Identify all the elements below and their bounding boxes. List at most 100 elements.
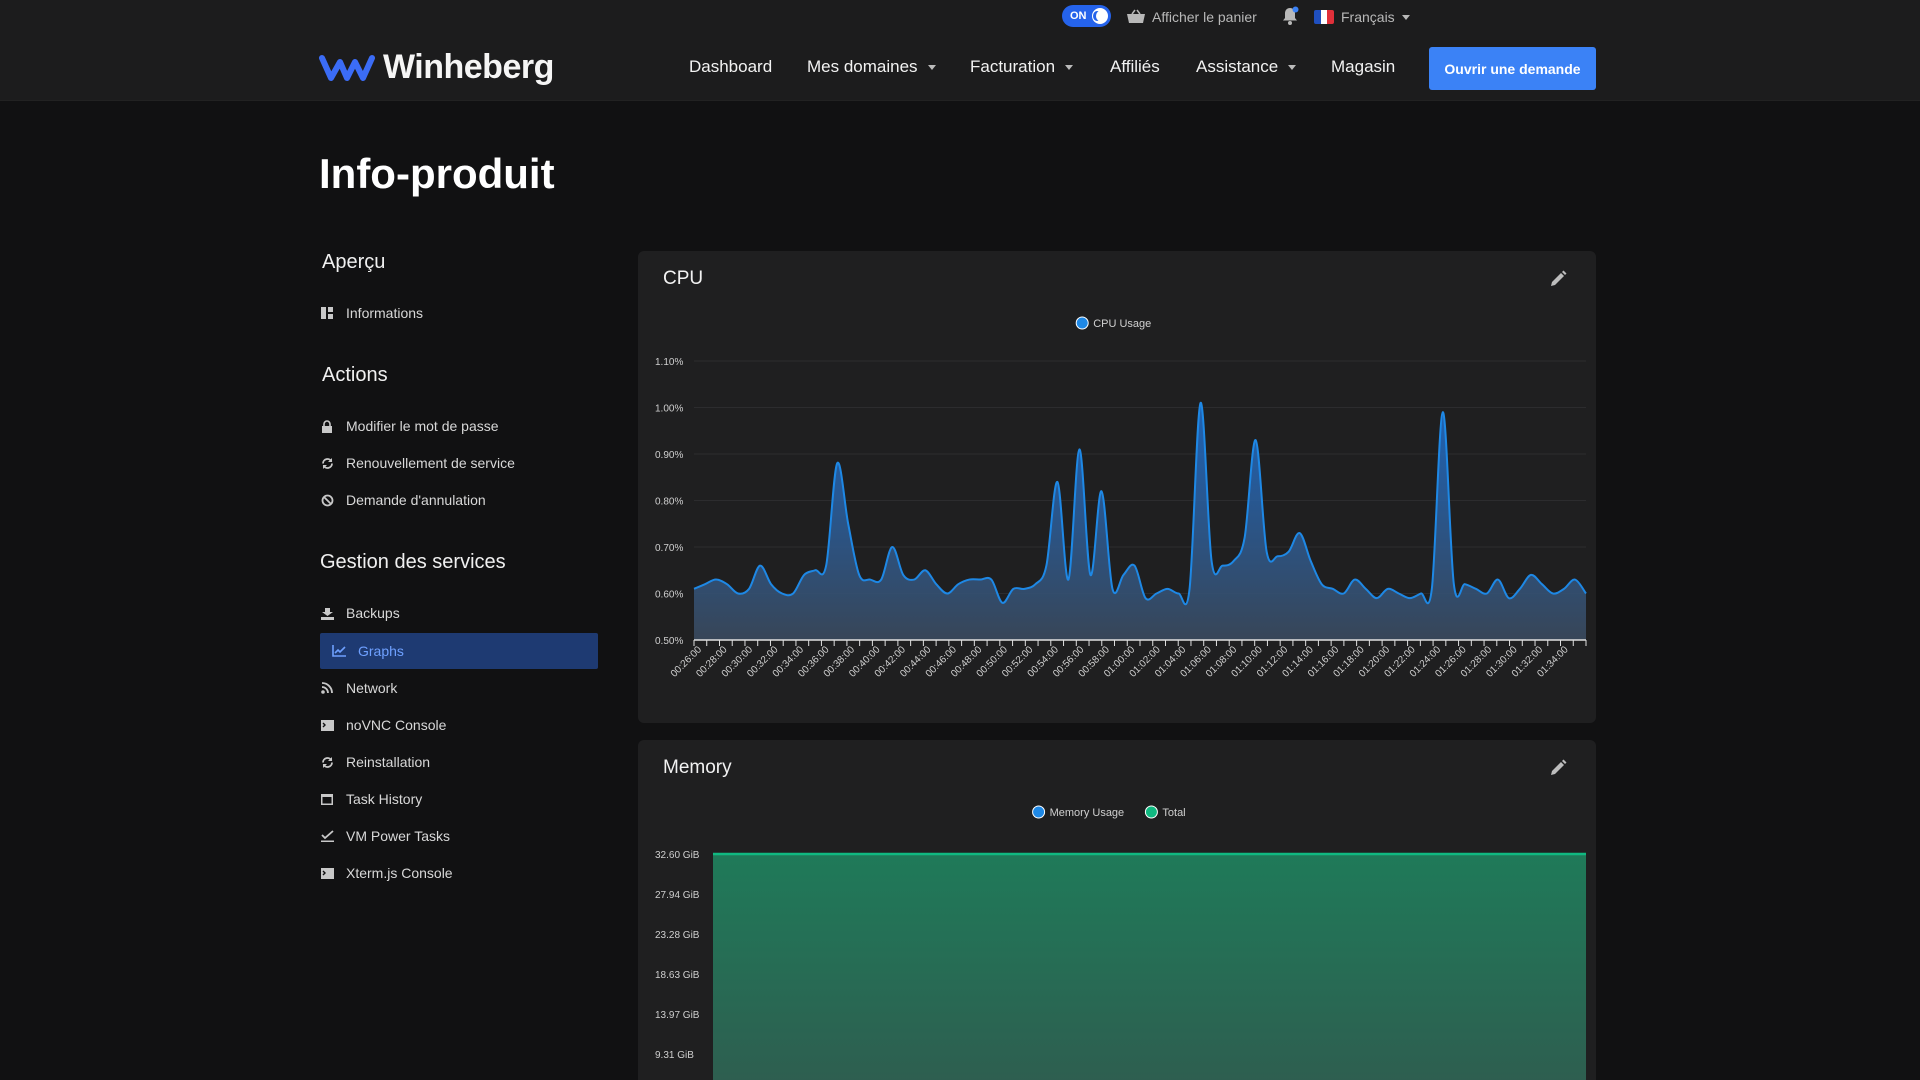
chevron-down-icon: [927, 64, 936, 70]
legend-label: CPU Usage: [1093, 318, 1151, 330]
nav-assistance[interactable]: Assistance: [1196, 57, 1297, 77]
cart-link[interactable]: Afficher le panier: [1126, 8, 1257, 26]
chart-icon: [332, 644, 346, 658]
sidebar-item-backups[interactable]: Backups: [320, 595, 598, 631]
y-tick-label: 0.80%: [655, 497, 683, 508]
sidebar-item-network[interactable]: Network: [320, 670, 598, 706]
winheberg-logo-icon: [319, 54, 375, 81]
france-flag-icon: [1314, 10, 1334, 24]
nav-label: Facturation: [970, 57, 1056, 76]
chevron-down-icon: [1288, 64, 1297, 70]
sidebar-item-demande-annulation[interactable]: Demande d'annulation: [320, 482, 598, 518]
nav-dashboard[interactable]: Dashboard: [689, 57, 772, 77]
rss-icon: [320, 681, 334, 695]
grid-icon: [320, 306, 334, 320]
sidebar-item-modifier-mot-de-passe[interactable]: Modifier le mot de passe: [320, 408, 598, 444]
terminal-icon: [320, 718, 334, 732]
cpu-usage-area: [694, 402, 1586, 640]
sidebar-item-label: Graphs: [358, 643, 404, 659]
refresh-icon: [320, 456, 334, 470]
y-tick-label: 0.50%: [655, 636, 683, 647]
y-tick-label: 13.97 GiB: [655, 1010, 700, 1021]
chevron-down-icon: [1065, 64, 1074, 70]
y-tick-label: 27.94 GiB: [655, 890, 700, 901]
sidebar-item-label: VM Power Tasks: [346, 828, 450, 844]
sidebar-item-renouvellement[interactable]: Renouvellement de service: [320, 445, 598, 481]
memory-card-title: Memory: [663, 757, 732, 778]
sidebar-item-xterm-console[interactable]: Xterm.js Console: [320, 855, 598, 891]
basket-icon: [1127, 9, 1145, 23]
toggle-label: ON: [1070, 10, 1087, 22]
y-tick-label: 23.28 GiB: [655, 930, 700, 941]
brand-name: Winheberg: [383, 48, 554, 86]
cart-label: Afficher le panier: [1152, 9, 1257, 25]
dark-mode-toggle[interactable]: ON: [1062, 5, 1111, 27]
open-ticket-button[interactable]: Ouvrir une demande: [1429, 47, 1596, 90]
y-tick-label: 0.90%: [655, 450, 683, 461]
language-label: Français: [1341, 9, 1395, 25]
legend-label: Memory Usage: [1050, 807, 1125, 819]
sidebar-item-informations[interactable]: Informations: [320, 295, 598, 331]
main-navbar: Winheberg Dashboard Mes domaines Factura…: [0, 33, 1920, 101]
y-tick-label: 0.70%: [655, 543, 683, 554]
ban-icon: [320, 493, 334, 507]
nav-label: Assistance: [1196, 57, 1279, 76]
memory-chart: Memory Usage Total 32.60 GiB 27.94 GiB 23.28…: [655, 805, 1586, 1080]
nav-magasin[interactable]: Magasin: [1331, 57, 1395, 77]
sidebar-item-graphs[interactable]: Graphs: [320, 633, 598, 669]
sidebar-heading-gestion: Gestion des services: [320, 551, 506, 573]
sidebar-item-label: Modifier le mot de passe: [346, 418, 499, 434]
lock-icon: [320, 419, 334, 433]
nav-affilies[interactable]: Affiliés: [1110, 57, 1160, 77]
legend-marker: [1075, 316, 1089, 330]
sidebar-item-label: noVNC Console: [346, 717, 447, 733]
cpu-graph-card: CPU Usage 1.10% 1.00% 0.90% 0.80% 0.70% 0.60% 0…: [638, 251, 1596, 723]
sidebar-heading-actions: Actions: [322, 364, 388, 386]
nav-label: Mes domaines: [807, 57, 918, 76]
sidebar-heading-apercu: Aperçu: [322, 251, 386, 273]
y-tick-label: 32.60 GiB: [655, 850, 700, 861]
memory-graph-card: Memory Usage Total 32.60 GiB 27.94 GiB 23.28…: [638, 740, 1596, 1080]
memory-total-area: [713, 854, 1586, 1080]
chevron-down-icon: [1401, 14, 1410, 20]
y-tick-label: 1.00%: [655, 404, 683, 415]
moon-icon: [1092, 8, 1108, 24]
check-icon: [320, 829, 334, 843]
brand-logo[interactable]: Winheberg: [319, 48, 554, 87]
y-tick-label: 1.10%: [655, 357, 683, 368]
legend-label: Total: [1162, 807, 1185, 819]
nav-label: Affiliés: [1110, 57, 1160, 76]
refresh-icon: [320, 755, 334, 769]
sidebar-item-novnc-console[interactable]: noVNC Console: [320, 707, 598, 743]
y-tick-label: 18.63 GiB: [655, 970, 700, 981]
sidebar-item-label: Backups: [346, 605, 400, 621]
sidebar-item-label: Task History: [346, 791, 423, 807]
sidebar-item-vm-power-tasks[interactable]: VM Power Tasks: [320, 818, 598, 854]
sidebar-item-label: Demande d'annulation: [346, 492, 486, 508]
sidebar-item-task-history[interactable]: Task History: [320, 781, 598, 817]
sidebar-item-label: Network: [346, 680, 398, 696]
cpu-chart: CPU Usage 1.10% 1.00% 0.90% 0.80% 0.70% 0.60% 0…: [655, 316, 1587, 680]
y-tick-label: 9.31 GiB: [655, 1050, 694, 1061]
sidebar-item-reinstallation[interactable]: Reinstallation: [320, 744, 598, 780]
page-title: Info-produit: [319, 150, 555, 197]
sidebar-item-label: Informations: [346, 305, 424, 321]
legend-marker: [1032, 805, 1046, 819]
calendar-icon: [320, 792, 334, 806]
y-tick-label: 0.60%: [655, 590, 683, 601]
bell-icon[interactable]: [1280, 6, 1300, 26]
sidebar-item-label: Renouvellement de service: [346, 455, 515, 471]
nav-label: Dashboard: [689, 57, 773, 76]
utility-bar: ON Afficher le panier Français: [0, 0, 1920, 33]
terminal-icon: [320, 866, 334, 880]
sidebar-item-label: Reinstallation: [346, 754, 431, 770]
language-selector[interactable]: Français: [1314, 8, 1410, 26]
pencil-icon[interactable]: [1548, 758, 1568, 778]
legend-marker: [1144, 805, 1158, 819]
sidebar-item-label: Xterm.js Console: [346, 865, 453, 881]
cpu-card-title: CPU: [663, 268, 704, 289]
nav-mes-domaines[interactable]: Mes domaines: [807, 57, 936, 77]
download-icon: [320, 606, 334, 620]
pencil-icon[interactable]: [1548, 269, 1568, 289]
nav-facturation[interactable]: Facturation: [970, 57, 1074, 77]
